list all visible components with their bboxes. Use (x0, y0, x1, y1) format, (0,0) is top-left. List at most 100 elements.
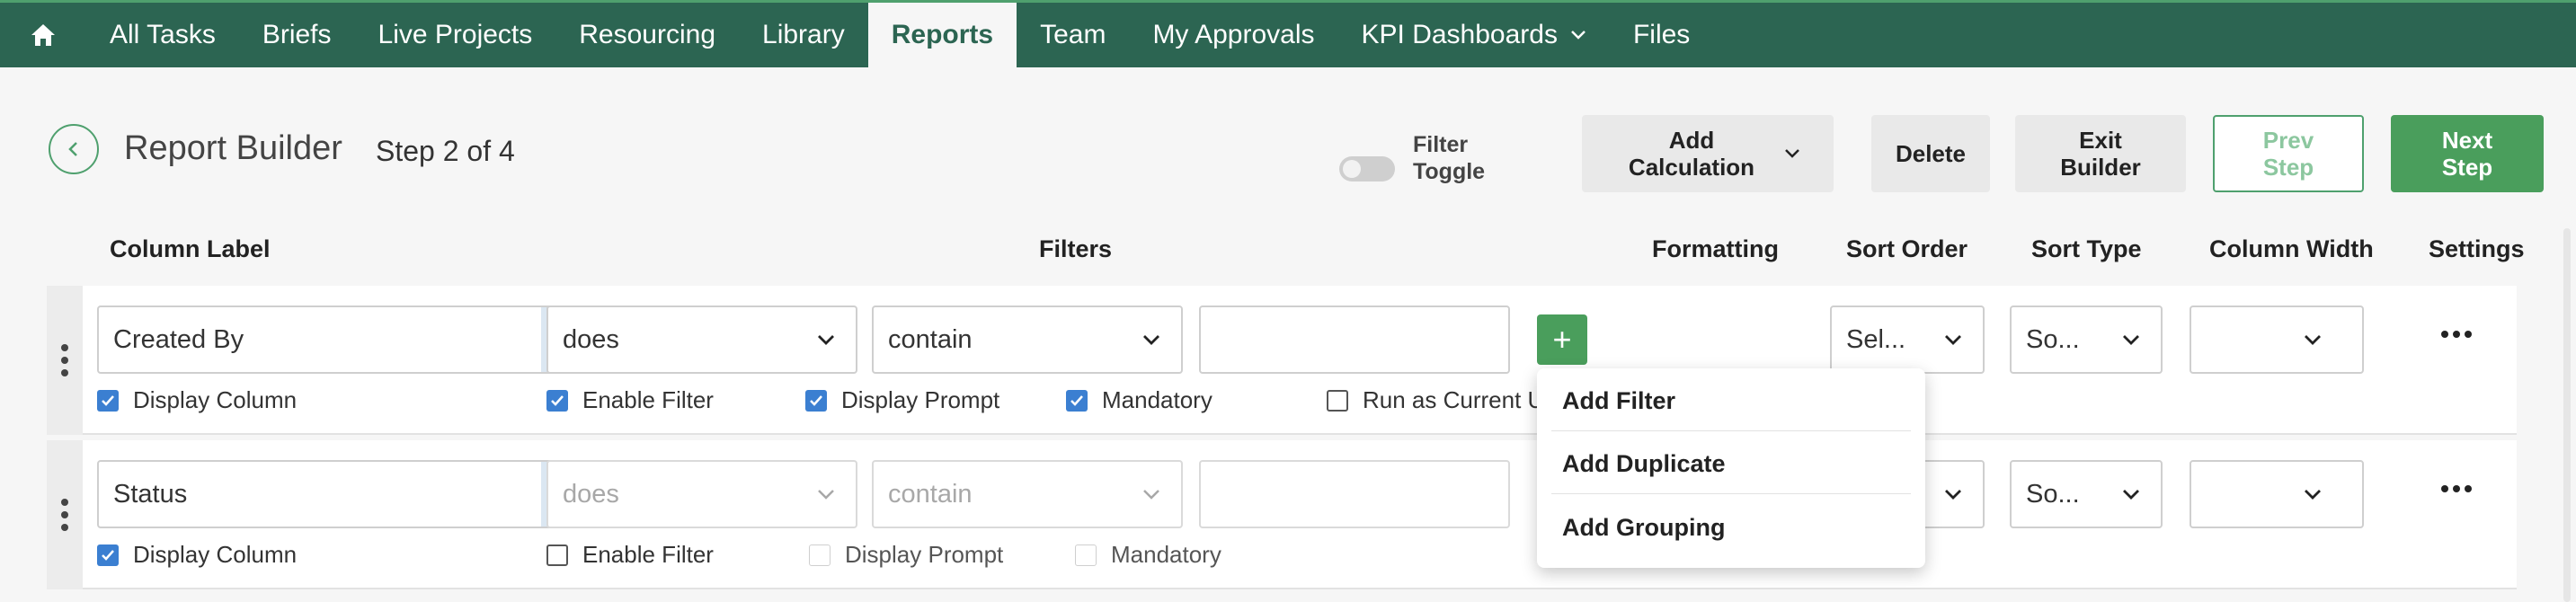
nav-item-kpi-dashboards-label: KPI Dashboards (1361, 20, 1558, 49)
chevron-down-icon (2305, 335, 2321, 345)
settings-menu-icon[interactable] (2441, 331, 2472, 338)
filter-toggle-label: Filter Toggle (1413, 132, 1486, 184)
filter-operator-value: does (563, 479, 619, 509)
menu-item-add-grouping[interactable]: Add Grouping (1551, 498, 1911, 557)
checkbox-label: Mandatory (1111, 541, 1221, 568)
chevron-down-icon (2305, 490, 2321, 500)
chevron-down-icon (1945, 490, 1961, 500)
nav-item-team[interactable]: Team (1017, 3, 1129, 67)
filter-condition-select[interactable]: contain (872, 460, 1183, 528)
report-column-row: Status i does contain So... Display Colu… (47, 440, 2517, 589)
checkmark-icon (97, 544, 119, 566)
checkmark-icon (546, 389, 568, 412)
chevron-left-icon (68, 142, 77, 156)
delete-button[interactable]: Delete (1871, 115, 1990, 192)
filter-value-input[interactable] (1199, 305, 1510, 374)
enable-filter-checkbox[interactable]: Enable Filter (546, 541, 714, 569)
mandatory-checkbox[interactable]: Mandatory (1066, 386, 1212, 414)
chevron-down-icon (1945, 335, 1961, 345)
nav-item-live-projects[interactable]: Live Projects (355, 3, 556, 67)
checkbox-label: Run as Current U (1363, 386, 1545, 413)
report-column-row: Created By i does contain + Sel... So...… (47, 286, 2517, 435)
column-header-formatting: Formatting (1652, 235, 1779, 262)
add-options-button[interactable]: + (1537, 314, 1587, 365)
nav-item-kpi-dashboards[interactable]: KPI Dashboards (1338, 3, 1610, 67)
sort-type-select[interactable]: So... (2010, 305, 2163, 374)
checkbox-label: Enable Filter (582, 386, 714, 413)
settings-menu-icon[interactable] (2441, 485, 2472, 492)
checkbox-label: Display Prompt (845, 541, 1004, 568)
sort-type-select[interactable]: So... (2010, 460, 2163, 528)
filter-operator-select[interactable]: does (546, 460, 857, 528)
vertical-scrollbar[interactable] (2563, 228, 2571, 602)
display-prompt-checkbox[interactable]: Display Prompt (809, 541, 1003, 569)
checkbox-disabled-icon (809, 544, 831, 566)
filter-condition-value: contain (888, 324, 973, 354)
nav-item-resourcing[interactable]: Resourcing (555, 3, 739, 67)
column-label-input[interactable]: Created By i (97, 305, 570, 374)
page-title: Report Builder (124, 129, 342, 167)
next-step-button[interactable]: Next Step (2391, 115, 2544, 192)
drag-handle-icon[interactable] (47, 286, 83, 435)
filter-operator-select[interactable]: does (546, 305, 857, 374)
display-prompt-checkbox[interactable]: Display Prompt (805, 386, 999, 414)
run-as-current-user-checkbox[interactable]: Run as Current U (1327, 386, 1544, 414)
nav-item-all-tasks[interactable]: All Tasks (86, 3, 239, 67)
drag-handle-icon[interactable] (47, 440, 83, 589)
page-step: Step 2 of 4 (376, 135, 515, 167)
display-column-checkbox[interactable]: Display Column (97, 386, 297, 414)
column-header-sort-type: Sort Type (2031, 235, 2142, 262)
checkmark-icon (1066, 389, 1088, 412)
checkbox-label: Display Prompt (841, 386, 1000, 413)
filter-condition-value: contain (888, 479, 973, 509)
sort-type-value: So... (2026, 479, 2080, 509)
nav-item-files[interactable]: Files (1610, 3, 1713, 67)
chevron-down-icon (1784, 148, 1800, 159)
column-label-value: Created By (113, 324, 244, 354)
checkbox-label: Mandatory (1102, 386, 1212, 413)
filter-toggle-switch[interactable] (1339, 156, 1395, 181)
column-header-filters: Filters (1039, 235, 1113, 262)
prev-step-button[interactable]: Prev Step (2213, 115, 2364, 192)
column-width-select[interactable] (2190, 460, 2364, 528)
nav-item-briefs[interactable]: Briefs (239, 3, 355, 67)
prev-step-label: Prev Step (2262, 127, 2314, 181)
column-header-label: Column Label (110, 235, 271, 262)
chevron-down-icon (2123, 335, 2139, 345)
mandatory-checkbox[interactable]: Mandatory (1075, 541, 1221, 569)
column-label-input[interactable]: Status i (97, 460, 570, 528)
nav-item-reports[interactable]: Reports (867, 3, 1017, 67)
checkbox-label: Display Column (133, 386, 298, 413)
sort-type-value: So... (2026, 324, 2080, 354)
nav-item-library[interactable]: Library (739, 3, 868, 67)
checkbox-empty-icon (1327, 389, 1348, 412)
checkbox-label: Display Column (133, 541, 298, 568)
column-header-column-width: Column Width (2209, 235, 2374, 262)
filter-operator-value: does (563, 324, 619, 354)
filter-value-input[interactable] (1199, 460, 1510, 528)
chevron-down-icon (1143, 490, 1159, 500)
menu-item-add-filter[interactable]: Add Filter (1551, 372, 1911, 431)
checkbox-empty-icon (546, 544, 568, 566)
add-calculation-button[interactable]: Add Calculation (1582, 115, 1834, 192)
chevron-down-icon (1143, 335, 1159, 345)
column-width-select[interactable] (2190, 305, 2364, 374)
column-header-settings: Settings (2429, 235, 2525, 262)
nav-item-my-approvals[interactable]: My Approvals (1129, 3, 1337, 67)
checkmark-icon (805, 389, 827, 412)
chevron-down-icon (1570, 30, 1586, 40)
enable-filter-checkbox[interactable]: Enable Filter (546, 386, 714, 414)
top-navigation: All Tasks Briefs Live Projects Resourcin… (0, 0, 2576, 67)
column-header-sort-order: Sort Order (1846, 235, 1968, 262)
menu-item-add-duplicate[interactable]: Add Duplicate (1551, 435, 1911, 494)
next-step-label: Next Step (2441, 127, 2493, 181)
display-column-checkbox[interactable]: Display Column (97, 541, 297, 569)
home-icon[interactable] (0, 3, 86, 67)
sort-order-select[interactable]: Sel... (1830, 305, 1985, 374)
toggle-knob (1343, 160, 1361, 178)
exit-builder-button[interactable]: Exit Builder (2015, 115, 2186, 192)
back-button[interactable] (49, 124, 99, 174)
filter-condition-select[interactable]: contain (872, 305, 1183, 374)
chevron-down-icon (2123, 490, 2139, 500)
chevron-down-icon (818, 490, 834, 500)
